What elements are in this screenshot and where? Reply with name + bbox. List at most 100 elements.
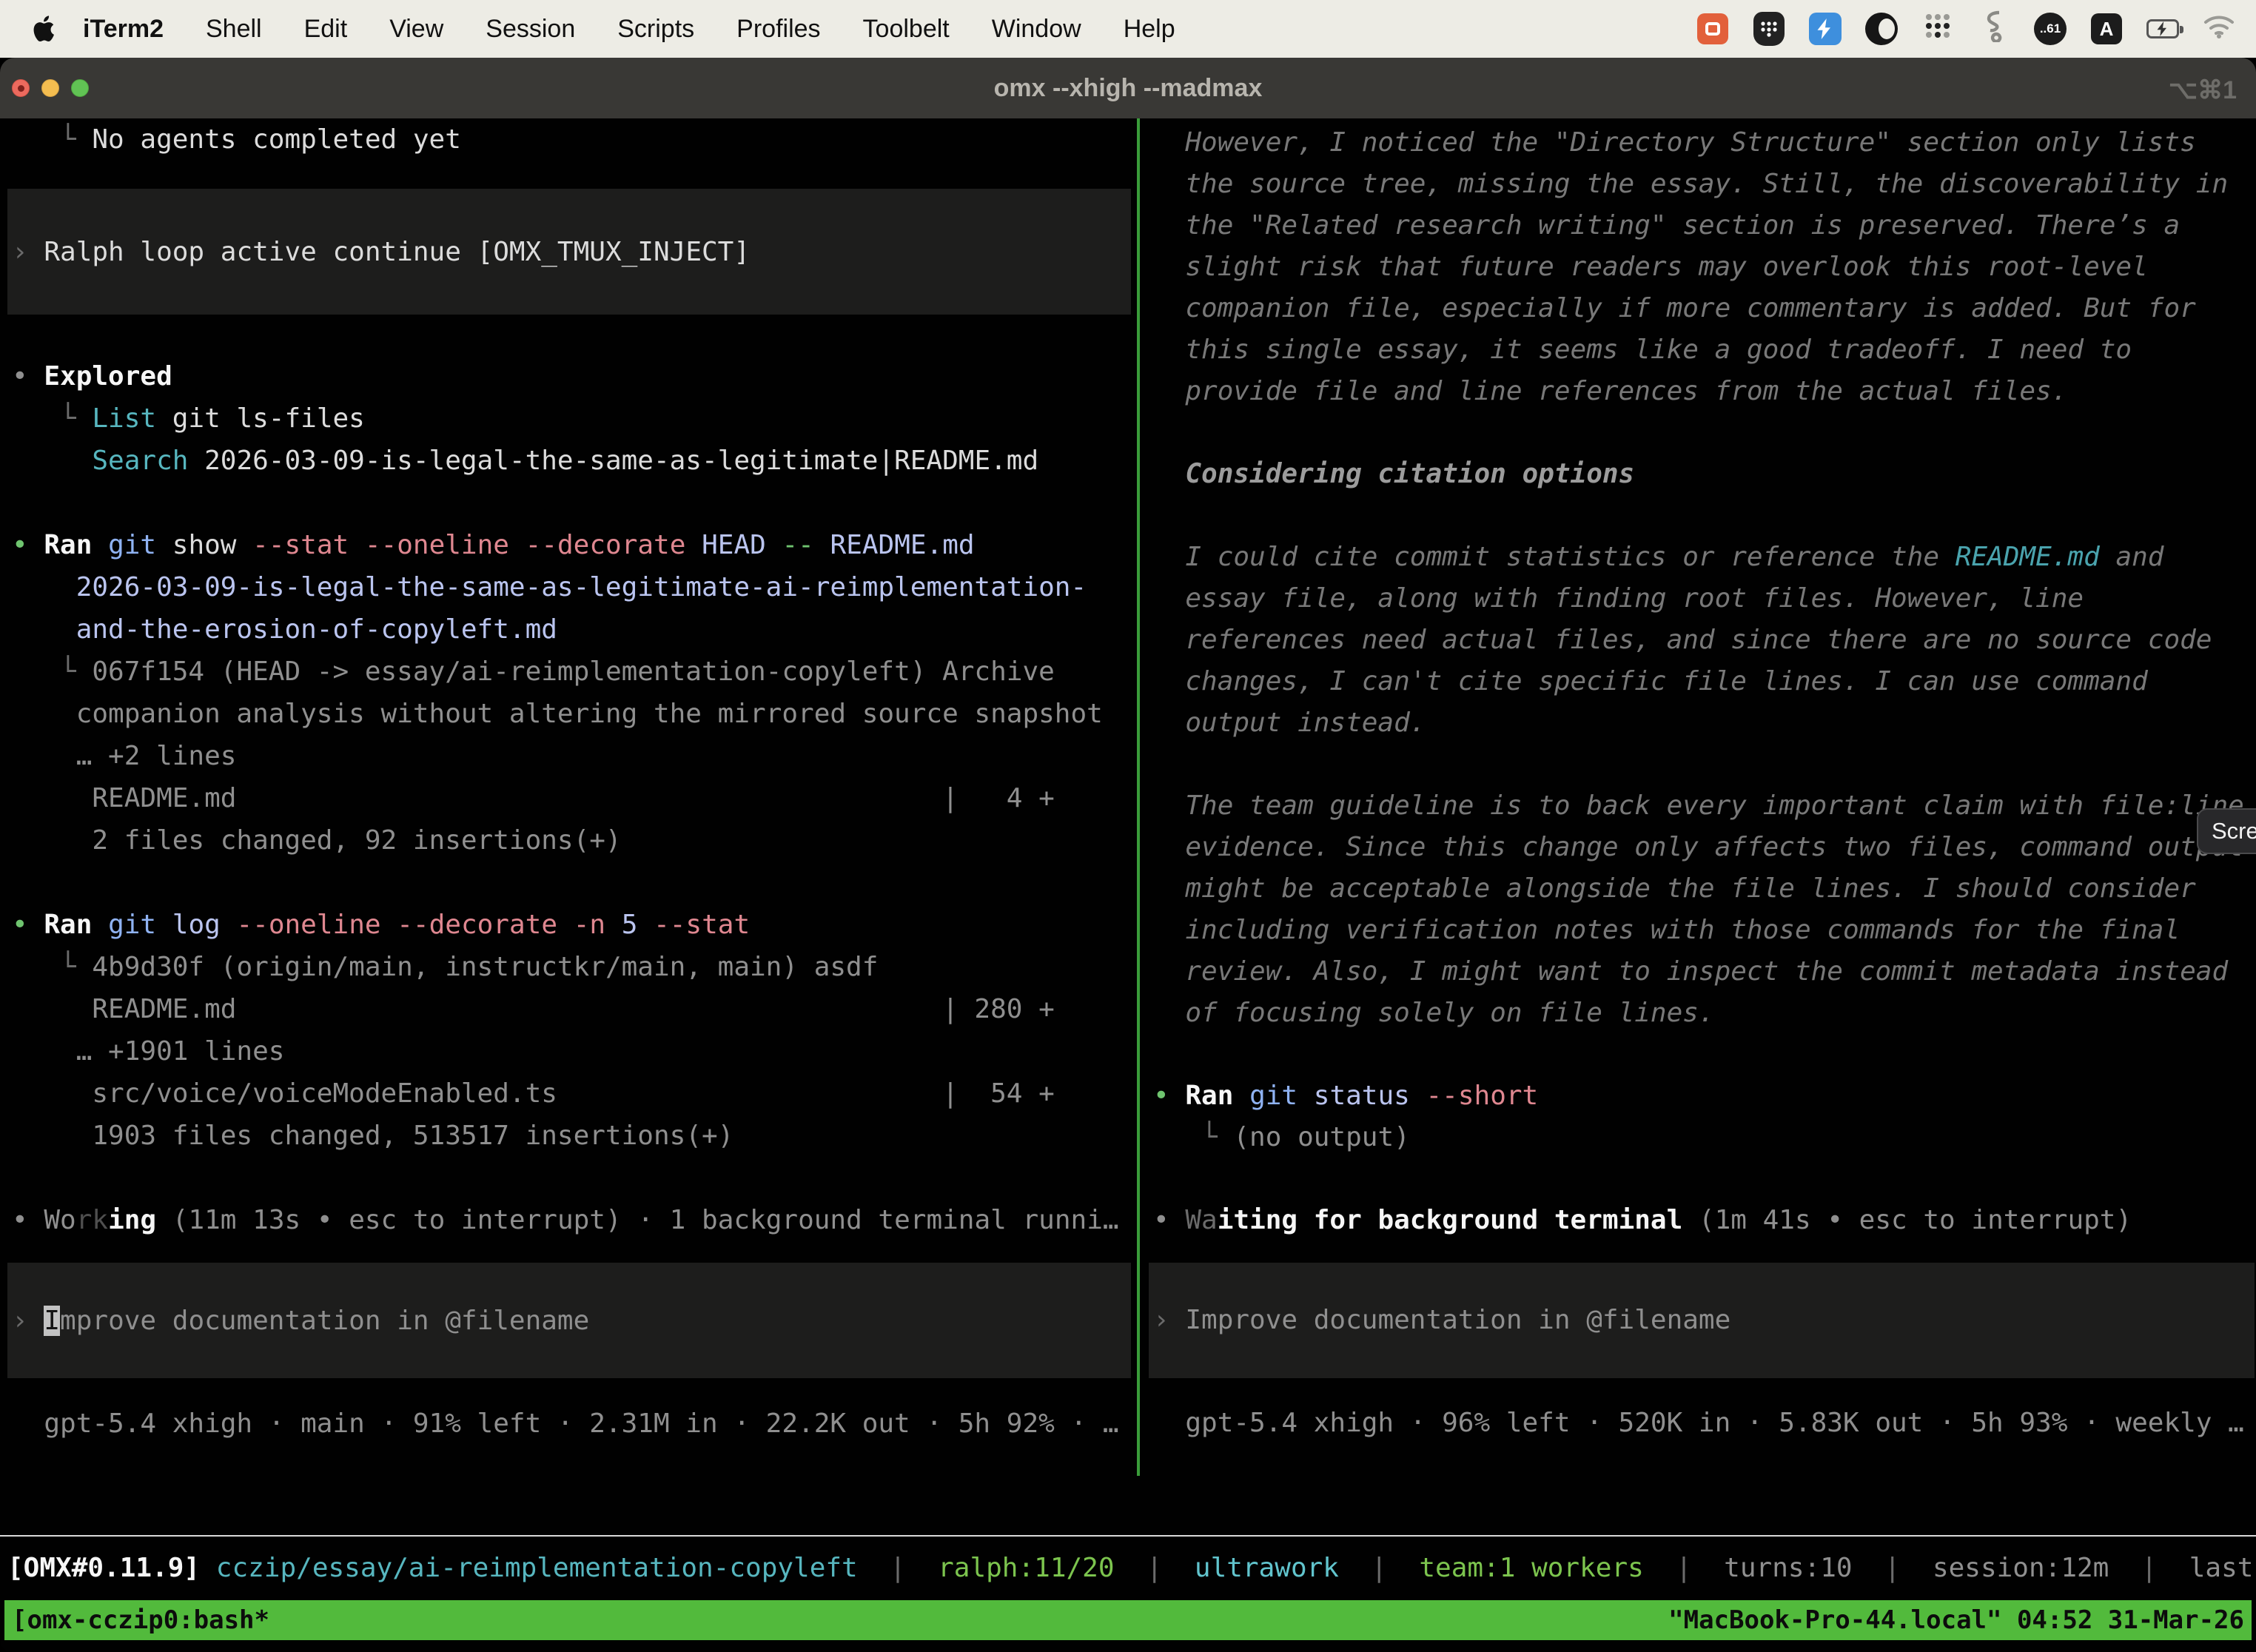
menu-item-shell[interactable]: Shell bbox=[206, 15, 262, 44]
terminal-line bbox=[1141, 495, 2256, 537]
prompt-input-left[interactable]: › Improve documentation in @filename bbox=[7, 1263, 1131, 1378]
menu-item-view[interactable]: View bbox=[389, 15, 443, 44]
agent-status-lines: └ No agents completed yet bbox=[0, 118, 1137, 161]
screen-floating-button[interactable]: Scre bbox=[2197, 808, 2256, 854]
window-titlebar[interactable]: omx --xhigh --madmax ⌥⌘1 bbox=[0, 58, 2256, 118]
apple-menu-icon[interactable] bbox=[33, 16, 55, 42]
agent-transcript-left: • Explored └ List git ls-files Search 20… bbox=[0, 355, 1137, 1241]
dots-grid-icon[interactable] bbox=[1921, 13, 1954, 45]
terminal-line: changes, I can't cite specific file line… bbox=[1141, 661, 2256, 702]
menu-item-edit[interactable]: Edit bbox=[304, 15, 348, 44]
terminal-line: › Ralph loop active continue [OMX_TMUX_I… bbox=[7, 231, 1131, 273]
terminal-content: └ No agents completed yet › Ralph loop a… bbox=[0, 118, 2256, 1535]
terminal-line: The team guideline is to back every impo… bbox=[1141, 785, 2256, 827]
terminal-line: the source tree, missing the essay. Stil… bbox=[1141, 164, 2256, 205]
terminal-line bbox=[1141, 1034, 2256, 1075]
tmux-pane-right[interactable]: However, I noticed the "Directory Struct… bbox=[1141, 118, 2256, 1476]
terminal-line: including verification notes with those … bbox=[1141, 910, 2256, 951]
terminal-line bbox=[0, 482, 1137, 524]
terminal-line: slight risk that future readers may over… bbox=[1141, 246, 2256, 288]
window-title: omx --xhigh --madmax bbox=[994, 74, 1263, 103]
terminal-line: I could cite commit statistics or refere… bbox=[1141, 537, 2256, 578]
menu-item-toolbelt[interactable]: Toolbelt bbox=[863, 15, 950, 44]
terminal-line: might be acceptable alongside the file l… bbox=[1141, 868, 2256, 910]
terminal-line: provide file and line references from th… bbox=[1141, 371, 2256, 412]
tmux-session-label: [omx-cczip0:bash* bbox=[12, 1605, 269, 1635]
terminal-line: 2026-03-09-is-legal-the-same-as-legitima… bbox=[0, 566, 1137, 608]
terminal-line: companion file, especially if more comme… bbox=[1141, 288, 2256, 329]
terminal-line: 2 files changed, 92 insertions(+) bbox=[0, 819, 1137, 862]
model-status-right: gpt-5.4 xhigh · 96% left · 520K in · 5.8… bbox=[1141, 1403, 2256, 1444]
pane-divider[interactable] bbox=[1137, 118, 1140, 1476]
terminal-line: • Ran git show --stat --oneline --decora… bbox=[0, 524, 1137, 566]
terminal-line: README.md | 4 + bbox=[0, 777, 1137, 819]
terminal-line: • Working (11m 13s • esc to interrupt) ·… bbox=[0, 1199, 1137, 1241]
terminal-line: › Improve documentation in @filename bbox=[7, 1300, 1131, 1342]
terminal-line: … +1901 lines bbox=[0, 1030, 1137, 1072]
terminal-line: └ 4b9d30f (origin/main, instructkr/main,… bbox=[0, 946, 1137, 988]
menu-item-window[interactable]: Window bbox=[992, 15, 1081, 44]
terminal-line: Search 2026-03-09-is-legal-the-same-as-l… bbox=[0, 440, 1137, 482]
terminal-line bbox=[0, 862, 1137, 904]
terminal-line bbox=[1141, 412, 2256, 454]
agent-transcript-right: However, I noticed the "Directory Struct… bbox=[1141, 122, 2256, 1241]
terminal-line: and-the-erosion-of-copyleft.md bbox=[0, 608, 1137, 651]
terminal-line: the "Related research writing" section i… bbox=[1141, 205, 2256, 246]
menu-item-iterm2[interactable]: iTerm2 bbox=[83, 15, 164, 44]
terminal-line: essay file, along with finding root file… bbox=[1141, 578, 2256, 620]
terminal-line: review. Also, I might want to inspect th… bbox=[1141, 951, 2256, 993]
terminal-line: evidence. Since this change only affects… bbox=[1141, 827, 2256, 868]
terminal-line: • Ran git log --oneline --decorate -n 5 … bbox=[0, 904, 1137, 946]
terminal-line: └ 067f154 (HEAD -> essay/ai-reimplementa… bbox=[0, 651, 1137, 693]
screen-floating-button-label: Scre bbox=[2212, 818, 2256, 845]
a-square-icon[interactable]: A bbox=[2090, 13, 2123, 45]
window-shortcut-badge: ⌥⌘1 bbox=[2169, 75, 2237, 105]
terminal-line: references need actual files, and since … bbox=[1141, 620, 2256, 661]
tmux-pane-left[interactable]: └ No agents completed yet › Ralph loop a… bbox=[0, 118, 1137, 1476]
terminal-line: this single essay, it seems like a good … bbox=[1141, 329, 2256, 371]
squiggle-icon[interactable] bbox=[1978, 13, 2010, 45]
terminal-line: of focusing solely on file lines. bbox=[1141, 993, 2256, 1034]
terminal-line: └ List git ls-files bbox=[0, 397, 1137, 440]
terminal-line: • Explored bbox=[0, 355, 1137, 397]
text-cursor: I bbox=[44, 1306, 60, 1336]
zoom-button[interactable] bbox=[71, 79, 89, 97]
terminal-line: output instead. bbox=[1141, 702, 2256, 744]
menu-item-profiles[interactable]: Profiles bbox=[736, 15, 820, 44]
terminal-line bbox=[0, 1157, 1137, 1199]
menu-items: iTerm2 Shell Edit View Session Scripts Profile… bbox=[83, 15, 1175, 44]
terminal-line: src/voice/voiceModeEnabled.ts | 54 + bbox=[0, 1072, 1137, 1115]
pie-chart-icon[interactable] bbox=[1865, 13, 1898, 45]
terminal-line: companion analysis without altering the … bbox=[0, 693, 1137, 735]
terminal-window: omx --xhigh --madmax ⌥⌘1 └ No agents com… bbox=[0, 58, 2256, 1652]
terminal-line: • Waiting for background terminal (1m 41… bbox=[1141, 1200, 2256, 1241]
omx-status-bar: [OMX#0.11.9] cczip/essay/ai-reimplementa… bbox=[0, 1547, 2256, 1589]
menu-bar: iTerm2 Shell Edit View Session Scripts Profile… bbox=[0, 0, 2256, 58]
minimize-button[interactable] bbox=[41, 79, 59, 97]
model-status-left: gpt-5.4 xhigh · main · 91% left · 2.31M … bbox=[0, 1403, 1137, 1445]
menu-item-session[interactable]: Session bbox=[486, 15, 575, 44]
terminal-line: [OMX#0.11.9] cczip/essay/ai-reimplementa… bbox=[0, 1547, 2256, 1589]
close-button[interactable] bbox=[12, 79, 30, 97]
terminal-line: However, I noticed the "Directory Struct… bbox=[1141, 122, 2256, 164]
menu-status-icons: ..61 A bbox=[1696, 0, 2235, 58]
terminal-line: └ No agents completed yet bbox=[0, 118, 1137, 161]
percent-badge-icon[interactable]: ..61 bbox=[2034, 13, 2067, 45]
messages-icon[interactable] bbox=[1696, 13, 1729, 45]
wifi-icon[interactable] bbox=[2203, 13, 2235, 45]
keypad-shield-icon[interactable] bbox=[1753, 13, 1785, 45]
terminal-line: Considering citation options bbox=[1141, 454, 2256, 495]
menu-item-help[interactable]: Help bbox=[1124, 15, 1175, 44]
terminal-line: README.md | 280 + bbox=[0, 988, 1137, 1030]
terminal-line: └ (no output) bbox=[1141, 1117, 2256, 1158]
terminal-line: › Improve documentation in @filename bbox=[1149, 1300, 2255, 1341]
lightning-badge-icon[interactable] bbox=[1809, 13, 1842, 45]
battery-icon[interactable] bbox=[2146, 13, 2179, 45]
tmux-status-bar: [omx-cczip0:bash* "MacBook-Pro-44.local"… bbox=[4, 1600, 2252, 1640]
terminal-line: 1903 files changed, 513517 insertions(+) bbox=[0, 1115, 1137, 1157]
prompt-input-right[interactable]: › Improve documentation in @filename bbox=[1149, 1263, 2255, 1378]
menu-item-scripts[interactable]: Scripts bbox=[617, 15, 694, 44]
terminal-line bbox=[1141, 744, 2256, 785]
tmux-host-clock: "MacBook-Pro-44.local" 04:52 31-Mar-26 bbox=[1668, 1605, 2244, 1635]
terminal-line bbox=[1141, 1158, 2256, 1200]
